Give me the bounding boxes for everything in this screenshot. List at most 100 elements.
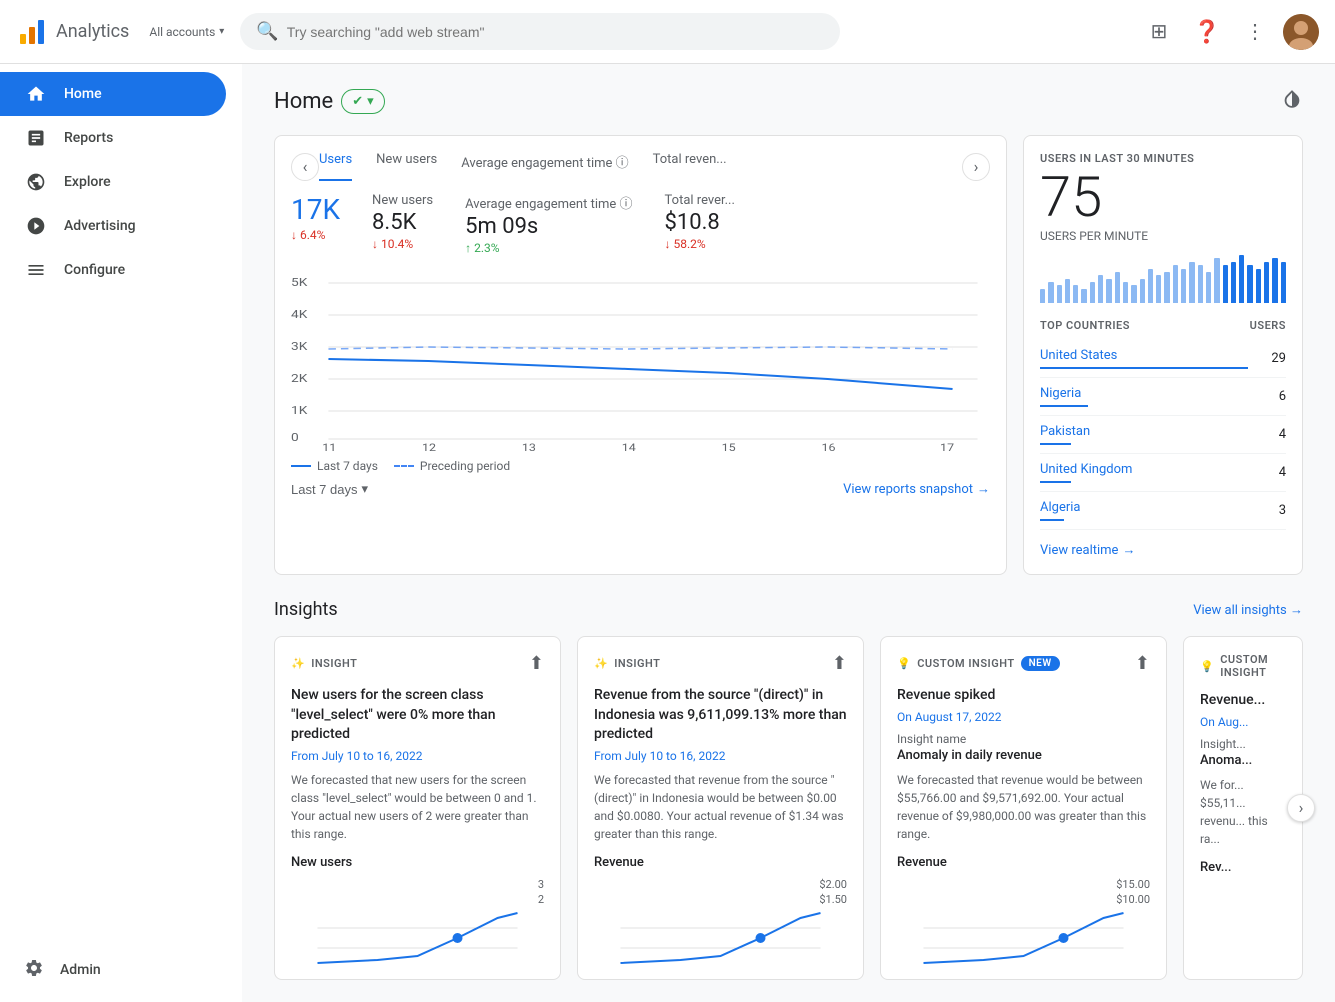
svg-text:5K: 5K [291,276,308,289]
analytics-logo-icon [16,16,48,48]
insights-section: Insights View all insights → ✨ INSIGHT ⬆… [274,599,1303,980]
country-name[interactable]: Pakistan [1040,424,1279,439]
next-metric-button[interactable]: › [962,153,990,181]
tab-users[interactable]: Users [319,152,352,181]
minute-bar [1040,289,1045,303]
country-name[interactable]: Algeria [1040,500,1279,515]
country-name[interactable]: Nigeria [1040,386,1279,401]
country-count: 4 [1279,465,1286,480]
check-circle-icon: ✔ [352,94,363,109]
insight-chart: $15.00 $10.00 [897,878,1150,958]
user-avatar[interactable] [1283,14,1319,50]
sidebar: Home Reports Explore Advertising Configu… [0,64,242,1002]
metric-total-revenue: Total rever... $10.8 ↓ 58.2% [665,193,735,251]
tab-total-revenue[interactable]: Total reven... [653,152,727,181]
metric-new-users: New users 8.5K ↓ 10.4% [372,193,433,251]
status-dropdown-icon: ▾ [367,94,374,109]
more-options-button[interactable]: ⋮ [1235,12,1275,52]
app-body: Home Reports Explore Advertising Configu… [0,64,1335,1002]
insight-name: Anoma... [1200,753,1286,768]
insight-metric: Revenue [594,855,847,870]
share-button[interactable]: ⬆ [1135,653,1150,674]
arrow-right-icon: → [1122,542,1135,558]
insight-body: We forecasted that revenue would be betw… [897,771,1150,843]
svg-text:3K: 3K [291,340,308,353]
sidebar-item-home[interactable]: Home [0,72,226,116]
insight-title-text: Revenue... [1200,692,1265,708]
minute-bar [1189,262,1194,303]
insights-title: Insights [274,599,338,620]
insight-icon: ✨ [594,657,608,670]
logo-area: Analytics [16,16,129,48]
country-row: United Kingdom 4 [1040,454,1286,492]
minute-bar [1272,258,1277,303]
view-realtime-link[interactable]: View realtime → [1040,542,1286,558]
sidebar-item-explore[interactable]: Explore [0,160,226,204]
admin-icon [24,958,44,982]
country-count: 29 [1271,351,1286,366]
legend-dashed-line [394,465,414,467]
view-realtime-label: View realtime [1040,543,1118,558]
realtime-count: 75 [1040,169,1286,225]
sidebar-item-advertising[interactable]: Advertising [0,204,226,248]
realtime-sublabel: USERS PER MINUTE [1040,229,1286,243]
tab-new-users[interactable]: New users [376,152,437,181]
insight-card: ✨ INSIGHT ⬆ Revenue from the source "(di… [577,636,864,980]
account-selector[interactable]: All accounts ▾ [149,25,224,39]
realtime-card: USERS IN LAST 30 MINUTES 75 USERS PER MI… [1023,135,1303,575]
share-button[interactable]: ⬆ [529,653,544,674]
insight-card: 💡 CUSTOM INSIGHT Revenue... On Aug... In… [1183,636,1303,980]
insights-cards: ✨ INSIGHT ⬆ New users for the screen cla… [274,636,1303,980]
minute-bar [1073,285,1078,303]
insight-card-header: ✨ INSIGHT ⬆ [594,653,847,674]
chart-footer: Last 7 days ▾ View reports snapshot → [291,481,990,497]
insight-chart [1200,883,1286,963]
tab-avg-engagement[interactable]: Average engagement time ⓘ [461,152,628,181]
minute-bar [1098,275,1103,303]
country-name[interactable]: United Kingdom [1040,462,1279,477]
insight-type: ✨ INSIGHT [594,657,660,670]
country-name[interactable]: United States [1040,348,1271,363]
metric-avg-engagement: Average engagement time ⓘ 5m 09s ↑ 2.3% [465,193,632,255]
sidebar-admin[interactable]: Admin [0,946,242,994]
sidebar-item-configure[interactable]: Configure [0,248,226,292]
avg-engagement-value: 5m 09s [465,214,632,239]
minute-bar [1198,265,1203,303]
legend-solid: Last 7 days [291,459,378,473]
country-list: United States 29 Nigeria 6 Pakistan 4 Un… [1040,340,1286,530]
country-row: Pakistan 4 [1040,416,1286,454]
share-button[interactable]: ⬆ [832,653,847,674]
total-revenue-value: $10.8 [665,210,735,235]
minute-bar [1131,285,1136,303]
chart-max-label: $2.00 [594,878,847,891]
insight-date: From July 10 to 16, 2022 [291,749,544,763]
prev-metric-button[interactable]: ‹ [291,153,319,181]
chart-area: 5K 4K 3K 2K 1K 0 [291,271,990,451]
sidebar-label-explore: Explore [64,174,111,190]
insight-card-header: 💡 CUSTOM INSIGHT New ⬆ [897,653,1150,674]
search-input[interactable] [287,24,825,40]
insight-chart: $2.00 $1.50 [594,878,847,958]
compare-icon[interactable] [1281,88,1303,115]
minute-bar [1081,289,1086,303]
minute-bar [1181,269,1186,303]
status-badge[interactable]: ✔ ▾ [341,89,384,114]
avg-engagement-label: Average engagement time ⓘ [465,193,632,212]
minute-bar [1140,279,1145,303]
minute-bar [1231,262,1236,303]
minute-bar [1156,275,1161,303]
chart-max-label: $15.00 [897,878,1150,891]
help-button[interactable]: ❓ [1187,12,1227,52]
view-reports-link[interactable]: View reports snapshot → [843,481,990,497]
top-countries-label: TOP COUNTRIES [1040,319,1130,332]
sidebar-item-reports[interactable]: Reports [0,116,226,160]
insight-metric: Revenue [897,855,1150,870]
view-all-insights-link[interactable]: View all insights → [1193,602,1303,618]
chart-max-label: 3 [291,878,544,891]
grid-apps-button[interactable]: ⊞ [1139,12,1179,52]
next-insight-button[interactable]: › [1287,794,1315,822]
search-bar[interactable]: 🔍 [240,13,840,50]
date-range-button[interactable]: Last 7 days ▾ [291,481,368,497]
chevron-down-icon: ▾ [219,26,224,37]
svg-text:0: 0 [291,431,299,444]
